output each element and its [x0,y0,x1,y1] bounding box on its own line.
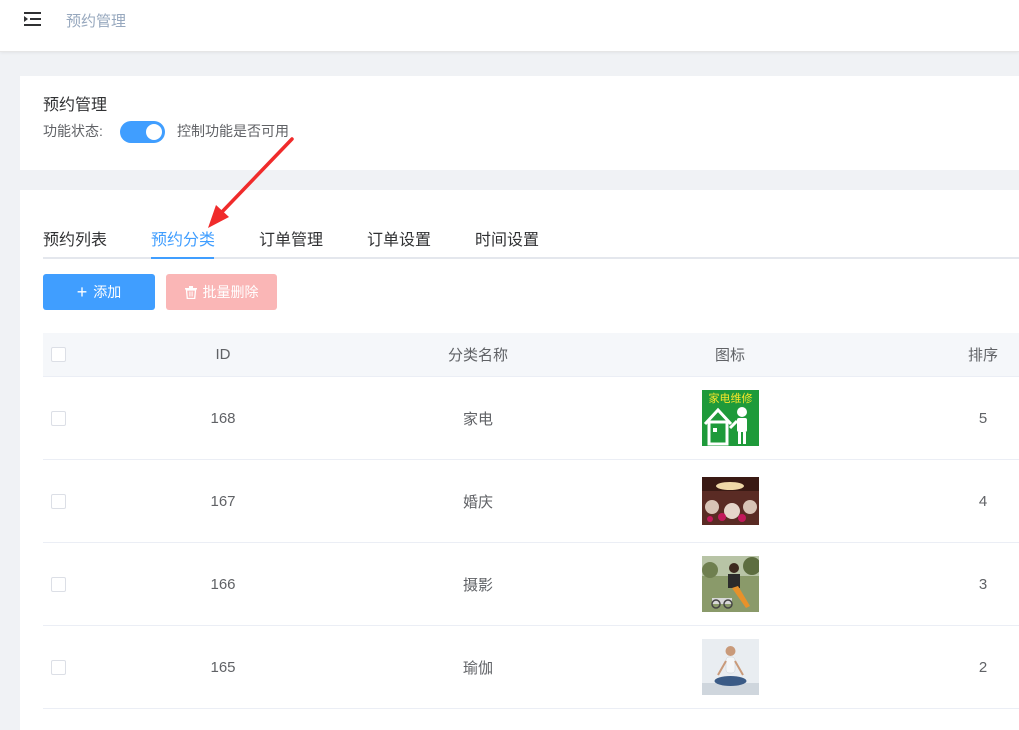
table-row: 166 摄影 3 [43,543,1019,626]
feature-status-switch[interactable] [120,121,165,143]
add-button[interactable]: + 添加 [43,274,155,310]
row-checkbox[interactable] [51,410,66,426]
status-description: 控制功能是否可用 [177,123,289,139]
wedding-image [701,477,759,525]
column-header-sort: 排序 [967,347,998,364]
column-header-id: ID [215,346,231,363]
batch-delete-label: 批量删除 [202,284,259,300]
row-name: 婚庆 [462,493,493,511]
menu-fold-icon[interactable] [24,11,41,27]
row-checkbox[interactable] [51,576,66,592]
category-table: ID 分类名称 图标 排序 168 家电 家电维修 5 167 婚庆 4 166… [43,333,1019,709]
status-label: 功能状态: [43,123,103,139]
settings-card: 预约管理 功能状态: 控制功能是否可用 [20,76,1019,170]
row-name: 摄影 [462,576,493,594]
row-sort: 4 [978,492,988,510]
yoga-image [701,639,759,695]
row-id: 165 [210,658,236,676]
card-title: 预约管理 [43,97,108,114]
row-sort: 3 [978,575,988,593]
row-id: 167 [210,492,236,510]
appliance-repair-image: 家电维修 [701,390,759,446]
row-checkbox[interactable] [51,493,66,509]
row-check-cell [51,626,81,708]
row-check-cell [51,460,81,542]
row-id: 166 [210,575,236,593]
column-header-icon: 图标 [714,347,745,364]
tab-order-settings[interactable]: 订单设置 [367,226,431,257]
row-icon-cell [680,460,780,542]
switch-knob [146,124,162,140]
add-button-label: 添加 [93,284,122,300]
table-row: 165 瑜伽 2 [43,626,1019,709]
row-checkbox[interactable] [51,659,66,675]
row-icon-cell [680,626,780,708]
tab-booking-category[interactable]: 预约分类 [151,226,215,257]
active-tab-indicator [151,257,214,259]
table-row: 168 家电 家电维修 5 [43,377,1019,460]
row-check-cell [51,377,81,459]
breadcrumb: 预约管理 [66,13,127,30]
tab-booking-list[interactable]: 预约列表 [43,226,107,257]
tab-time-settings[interactable]: 时间设置 [475,226,539,257]
row-check-cell [51,543,81,625]
photography-image [701,556,759,612]
select-all-checkbox[interactable] [51,347,66,362]
row-icon-cell: 家电维修 [680,377,780,459]
tab-bar: 预约列表 预约分类 订单管理 订单设置 时间设置 [43,226,1019,259]
column-header-name: 分类名称 [447,347,508,364]
row-name: 瑜伽 [462,659,493,677]
batch-delete-button[interactable]: 批量删除 [166,274,277,310]
row-sort: 5 [978,409,988,427]
plus-icon: + [76,282,88,302]
table-row: 167 婚庆 4 [43,460,1019,543]
trash-icon [184,285,197,299]
image-caption: 家电维修 [708,391,752,405]
row-icon-cell [680,543,780,625]
table-header: ID 分类名称 图标 排序 [43,333,1019,377]
row-name: 家电 [462,410,493,428]
row-sort: 2 [978,658,988,676]
top-navbar: 预约管理 [0,0,1019,52]
header-check-cell [51,333,81,376]
tab-order-management[interactable]: 订单管理 [259,226,323,257]
row-id: 168 [210,409,236,427]
category-card: 预约列表 预约分类 订单管理 订单设置 时间设置 + 添加 批量删除 ID 分类… [20,190,1019,730]
